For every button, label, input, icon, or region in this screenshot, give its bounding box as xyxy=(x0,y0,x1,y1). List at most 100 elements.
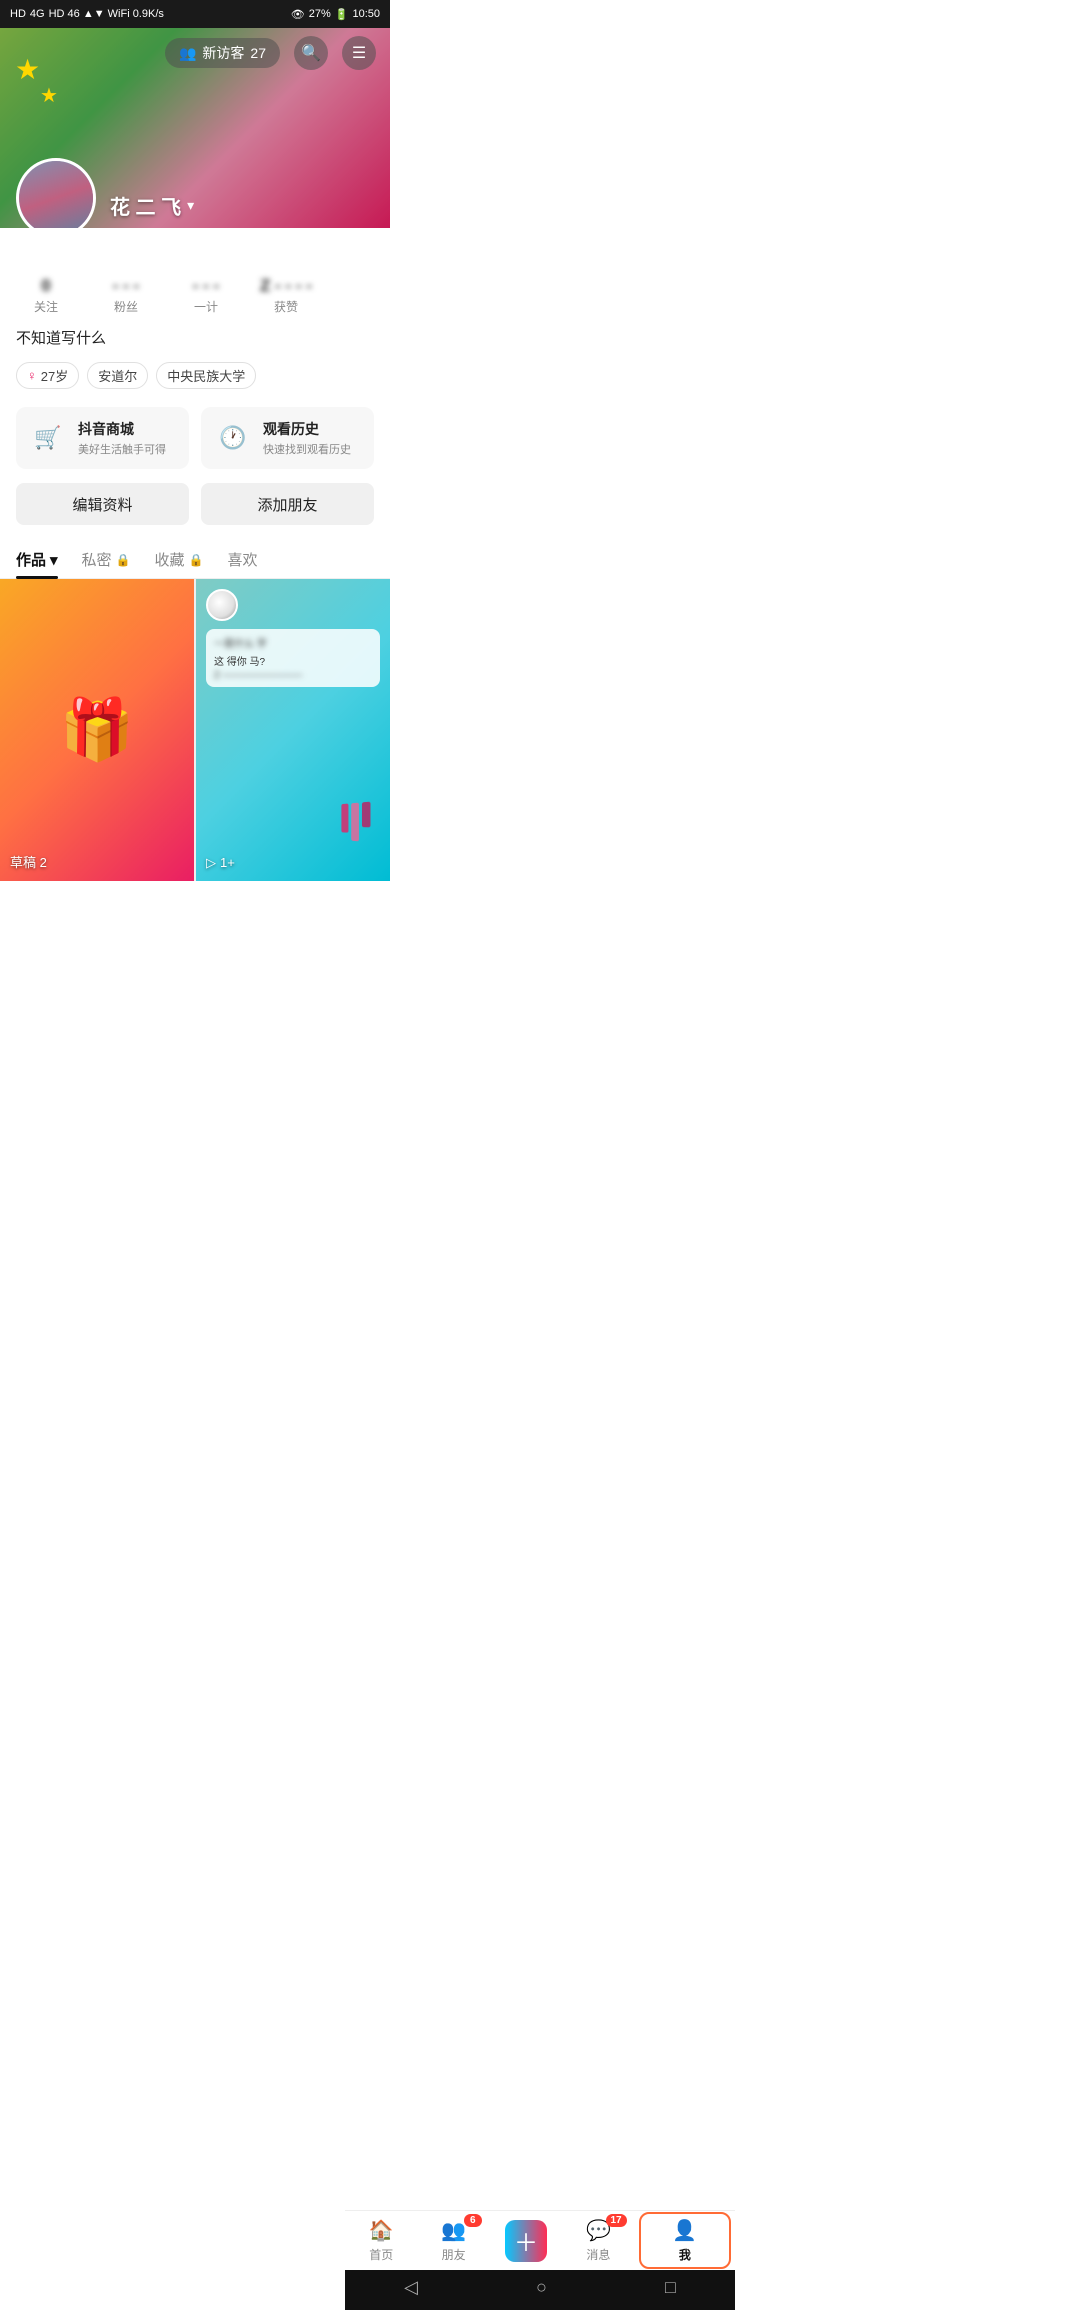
nav-friends[interactable]: 6 👥 朋友 xyxy=(417,2218,489,2263)
battery-icon: 🔋 xyxy=(335,8,349,21)
fans-count: - - - xyxy=(113,276,139,296)
likes-label: 获赞 xyxy=(274,298,298,315)
status-right: 👁 27% 🔋 10:50 xyxy=(291,8,380,21)
nav-messages[interactable]: 17 💬 消息 xyxy=(562,2218,634,2263)
friends-badge: 6 xyxy=(464,2214,482,2227)
shop-icon: 🛒 xyxy=(30,420,66,456)
home-button[interactable]: ○ xyxy=(516,2273,567,2302)
private-lock-icon: 🔒 xyxy=(116,553,131,567)
age-label: 27岁 xyxy=(41,366,68,385)
stats-section: 0 关注 - - - 粉丝 - - - 一计 Z - - - - 获赞 xyxy=(0,276,390,315)
new-visitor-count: 27 xyxy=(250,45,266,61)
nav-me[interactable]: 👤 我 xyxy=(639,2212,731,2269)
history-icon: 🕐 xyxy=(215,420,251,456)
action-cards: 🛒 抖音商城 美好生活触手可得 🕐 观看历史 快速找到观看历史 xyxy=(16,407,374,469)
shop-text: 抖音商城 美好生活触手可得 xyxy=(78,419,166,457)
avatar-row: 花 二 飞 ▾ xyxy=(0,158,210,228)
friends-icon: 👥 xyxy=(441,2218,466,2243)
fans-label: 粉丝 xyxy=(114,298,138,315)
username-area: 花 二 飞 ▾ xyxy=(110,191,194,228)
profile-topbar: 👥 新访客 27 🔍 ☰ xyxy=(0,36,390,70)
tab-likes[interactable]: 喜欢 xyxy=(227,539,257,578)
history-card[interactable]: 🕐 观看历史 快速找到观看历史 xyxy=(201,407,374,469)
thumb1-deco: 🎁 xyxy=(0,579,194,881)
play-count-badge: ▷ 1+ xyxy=(206,855,235,871)
domino-decoration xyxy=(341,801,370,842)
chat-line-3: 2 ———————— xyxy=(214,670,372,681)
moments-label: 一计 xyxy=(194,298,218,315)
tag-location[interactable]: 安道尔 xyxy=(87,362,148,389)
follow-label: 关注 xyxy=(34,298,58,315)
visitors-icon: 👥 xyxy=(179,45,196,62)
video-thumb-2[interactable]: 一是什么 字 这 得你 马? 2 ———————— ▷ 1+ xyxy=(196,579,390,881)
nav-create[interactable]: ＋ xyxy=(490,2220,562,2262)
stat-likes[interactable]: Z - - - - 获赞 xyxy=(256,276,316,315)
history-title: 观看历史 xyxy=(263,419,351,439)
play-icon: ▷ xyxy=(206,855,216,871)
eye-icon: 👁 xyxy=(291,8,305,21)
bottom-nav: 🏠 首页 6 👥 朋友 ＋ 17 💬 消息 👤 我 xyxy=(345,2210,735,2270)
tab-favorites-label: 收藏 xyxy=(155,549,185,570)
chat-line-2: 这 得你 马? xyxy=(214,653,372,668)
search-button[interactable]: 🔍 xyxy=(294,36,328,70)
content-tabs: 作品 ▾ 私密 🔒 收藏 🔒 喜欢 xyxy=(0,539,390,579)
profile-actions: 编辑资料 添加朋友 xyxy=(16,483,374,525)
create-button[interactable]: ＋ xyxy=(505,2220,547,2262)
new-visitor-button[interactable]: 👥 新访客 27 xyxy=(165,38,280,68)
likes-count: Z - - - - xyxy=(260,276,312,296)
moments-count: - - - xyxy=(193,276,219,296)
back-button[interactable]: ◁ xyxy=(384,2273,438,2302)
follow-count: 0 xyxy=(41,276,50,296)
tab-favorites[interactable]: 收藏 🔒 xyxy=(155,539,204,578)
hero-cover: ★ ★ 👥 新访客 27 🔍 ☰ 花 二 飞 ▾ xyxy=(0,28,390,228)
nav-me-label: 我 xyxy=(679,2246,691,2263)
video-chat-overlay: 一是什么 字 这 得你 马? 2 ———————— xyxy=(206,629,380,687)
add-friend-button[interactable]: 添加朋友 xyxy=(201,483,374,525)
status-left: HD 4G HD 46 ▲▼ WiFi 0.9K/s xyxy=(10,8,164,20)
shop-subtitle: 美好生活触手可得 xyxy=(78,441,166,457)
nav-home[interactable]: 🏠 首页 xyxy=(345,2218,417,2263)
video-grid: 🎁 草稿 2 一是什么 字 这 得你 马? 2 ———————— ▷ 1+ xyxy=(0,579,390,881)
tab-works-label: 作品 xyxy=(16,549,46,570)
tags-section: ♀ 27岁 安道尔 中央民族大学 xyxy=(0,354,390,401)
location-label: 安道尔 xyxy=(98,366,137,385)
gender-icon: ♀ xyxy=(27,368,37,383)
nav-home-label: 首页 xyxy=(369,2246,393,2263)
play-count: 1+ xyxy=(220,855,235,870)
stat-follow[interactable]: 0 关注 xyxy=(16,276,76,315)
tab-works[interactable]: 作品 ▾ xyxy=(16,539,58,578)
history-subtitle: 快速找到观看历史 xyxy=(263,441,351,457)
tag-age[interactable]: ♀ 27岁 xyxy=(16,362,79,389)
nav-friends-label: 朋友 xyxy=(442,2246,466,2263)
search-icon: 🔍 xyxy=(301,43,321,63)
tab-works-arrow: ▾ xyxy=(50,551,58,569)
battery-level: 27% xyxy=(309,8,331,20)
tag-university[interactable]: 中央民族大学 xyxy=(156,362,256,389)
tab-private-label: 私密 xyxy=(82,549,112,570)
stat-moments[interactable]: - - - 一计 xyxy=(176,276,236,315)
avatar[interactable] xyxy=(16,158,96,228)
draft-badge: 草稿 2 xyxy=(10,852,47,871)
recents-button[interactable]: □ xyxy=(645,2273,696,2302)
messages-badge: 17 xyxy=(606,2214,627,2227)
plus-icon: ＋ xyxy=(514,2223,538,2258)
hd-icon: HD xyxy=(10,8,26,20)
status-bar: HD 4G HD 46 ▲▼ WiFi 0.9K/s 👁 27% 🔋 10:50 xyxy=(0,0,390,28)
system-bar: ◁ ○ □ xyxy=(345,2270,735,2310)
home-icon: 🏠 xyxy=(369,2218,394,2243)
shop-card[interactable]: 🛒 抖音商城 美好生活触手可得 xyxy=(16,407,189,469)
tab-likes-label: 喜欢 xyxy=(227,549,257,570)
video-thumb-1[interactable]: 🎁 草稿 2 xyxy=(0,579,194,881)
panda-avatar xyxy=(206,589,238,621)
menu-button[interactable]: ☰ xyxy=(342,36,376,70)
clock-display: 10:50 xyxy=(352,8,380,20)
tab-private[interactable]: 私密 🔒 xyxy=(82,539,131,578)
edit-profile-button[interactable]: 编辑资料 xyxy=(16,483,189,525)
nav-messages-label: 消息 xyxy=(586,2246,610,2263)
favorites-lock-icon: 🔒 xyxy=(189,553,204,567)
history-text: 观看历史 快速找到观看历史 xyxy=(263,419,351,457)
username-dropdown-icon[interactable]: ▾ xyxy=(187,197,194,214)
university-label: 中央民族大学 xyxy=(167,366,245,385)
stat-fans[interactable]: - - - 粉丝 xyxy=(96,276,156,315)
avatar-image xyxy=(19,161,93,228)
